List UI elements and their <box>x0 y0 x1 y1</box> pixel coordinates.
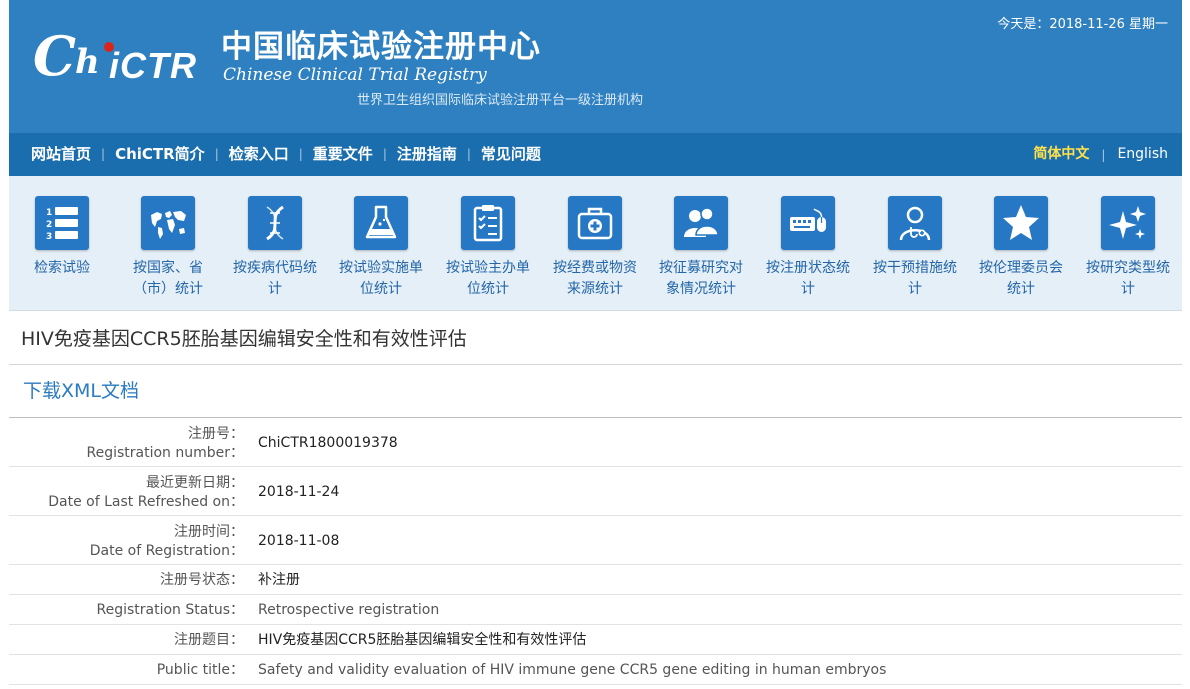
icon-label: 按经费或物资 来源统计 <box>553 260 637 297</box>
field-label: 注册号状态： <box>160 572 244 588</box>
download-xml-link[interactable]: 下载XML文档 <box>23 376 139 406</box>
lang-chinese[interactable]: 简体中文 <box>1033 133 1089 176</box>
statistics-icon-bar: 1 2 3 检索试验 按国家、省 （市）统计 按疾病代码统 计 按试验实施单 位… <box>9 176 1182 311</box>
chictr-logo[interactable]: C h iCTR <box>33 26 213 86</box>
nav-separator: | <box>298 147 303 161</box>
lang-english[interactable]: English <box>1117 133 1168 176</box>
stat-by-country[interactable]: 按国家、省 （市）统计 <box>115 176 221 311</box>
detail-row-public-title-en: Public title： Safety and validity evalua… <box>9 655 1182 685</box>
language-switch: 简体中文 | English <box>1033 133 1168 176</box>
detail-row-registration-date: 注册时间： Date of Registration： 2018-11-08 <box>9 516 1182 565</box>
stat-by-funding-source[interactable]: 按经费或物资 来源统计 <box>542 176 648 311</box>
stat-by-disease-code[interactable]: 按疾病代码统计 <box>222 176 328 311</box>
detail-row-public-title-cn: 注册题目： HIV免疫基因CCR5胚胎基因编辑安全性和有效性评估 <box>9 625 1182 655</box>
field-label: 最近更新日期： Date of Last Refreshed on： <box>48 475 244 510</box>
nav-search[interactable]: 检索入口 <box>229 133 289 176</box>
nav-separator: | <box>382 147 387 161</box>
stat-search-trials[interactable]: 1 2 3 检索试验 <box>9 176 115 311</box>
header-subtitle: 世界卫生组织国际临床试验注册平台一级注册机构 <box>357 93 644 108</box>
flask-icon <box>354 196 408 250</box>
icon-label: 按疾病代码统计 <box>233 260 317 297</box>
detail-row-status-cn: 注册号状态： 补注册 <box>9 565 1182 595</box>
status-cn-value: 补注册 <box>258 572 300 588</box>
logo-letter-h: h <box>75 42 100 82</box>
main-nav: 网站首页 | ChiCTR简介 | 检索入口 | 重要文件 | 注册指南 | 常… <box>9 133 1182 176</box>
stat-by-sponsor-site[interactable]: 按试验实施单 位统计 <box>328 176 434 311</box>
icon-label: 按国家、省 （市）统计 <box>133 260 203 297</box>
status-en-value: Retrospective registration <box>258 602 440 618</box>
svg-text:2: 2 <box>46 220 52 230</box>
last-refreshed-value: 2018-11-24 <box>258 484 340 500</box>
icon-label: 按试验主办单 位统计 <box>446 260 530 297</box>
keyboard-mouse-icon <box>781 196 835 250</box>
sparkle-icon <box>1101 196 1155 250</box>
field-label: 注册号： Registration number： <box>86 426 244 461</box>
nav-about[interactable]: ChiCTR简介 <box>115 133 205 176</box>
stat-by-registration-status[interactable]: 按注册状态统计 <box>755 176 861 311</box>
nav-documents[interactable]: 重要文件 <box>313 133 373 176</box>
nav-home[interactable]: 网站首页 <box>31 133 91 176</box>
stat-by-primary-sponsor[interactable]: 按试验主办单 位统计 <box>435 176 541 311</box>
world-map-icon <box>141 196 195 250</box>
clipboard-icon <box>461 196 515 250</box>
detail-row-registration-number: 注册号： Registration number： ChiCTR18000193… <box>9 418 1182 467</box>
nav-separator: | <box>101 147 106 161</box>
icon-label: 按注册状态统计 <box>766 260 850 297</box>
field-label: Public title： <box>156 662 244 678</box>
registration-date-value: 2018-11-08 <box>258 533 340 549</box>
star-icon <box>994 196 1048 250</box>
divider <box>9 364 1182 365</box>
nav-guide[interactable]: 注册指南 <box>397 133 457 176</box>
list-numbered-icon: 1 2 3 <box>35 196 89 250</box>
stat-by-ethics-committee[interactable]: 按伦理委员会 统计 <box>968 176 1074 311</box>
medical-kit-icon <box>568 196 622 250</box>
nav-faq[interactable]: 常见问题 <box>481 133 541 176</box>
logo-letter-c: C <box>33 24 76 88</box>
public-title-cn-value: HIV免疫基因CCR5胚胎基因编辑安全性和有效性评估 <box>258 632 587 648</box>
lang-separator: | <box>1101 147 1106 162</box>
svg-text:3: 3 <box>46 232 52 242</box>
stat-by-intervention[interactable]: 按干预措施统计 <box>862 176 968 311</box>
stat-by-recruitment[interactable]: 按征募研究对 象情况统计 <box>648 176 754 311</box>
svg-text:1: 1 <box>46 208 52 218</box>
nav-separator: | <box>214 147 219 161</box>
dna-icon <box>248 196 302 250</box>
record-title: HIV免疫基因CCR5胚胎基因编辑安全性和有效性评估 <box>21 328 467 350</box>
detail-row-last-refreshed: 最近更新日期： Date of Last Refreshed on： 2018-… <box>9 467 1182 516</box>
icon-label: 按干预措施统计 <box>873 260 957 297</box>
registration-number-value: ChiCTR1800019378 <box>258 435 398 451</box>
logo-red-dot <box>104 42 114 52</box>
nav-separator: | <box>466 147 471 161</box>
logo-chinese-name: 中国临床试验注册中心 <box>221 29 541 65</box>
icon-label: 按试验实施单 位统计 <box>339 260 423 297</box>
icon-label: 按研究类型统计 <box>1086 260 1170 297</box>
logo-english-name: Chinese Clinical Trial Registry <box>223 65 487 85</box>
icon-label: 检索试验 <box>34 260 90 276</box>
icon-label: 按征募研究对 象情况统计 <box>659 260 743 297</box>
current-date: 今天是：2018-11-26 星期一 <box>997 17 1168 32</box>
people-icon <box>674 196 728 250</box>
nav-links: 网站首页 | ChiCTR简介 | 检索入口 | 重要文件 | 注册指南 | 常… <box>31 133 541 176</box>
icon-label: 按伦理委员会 统计 <box>979 260 1063 297</box>
site-header: C h iCTR 中国临床试验注册中心 Chinese Clinical Tri… <box>9 0 1182 133</box>
doctor-icon <box>888 196 942 250</box>
stat-by-study-type[interactable]: 按研究类型统计 <box>1075 176 1181 311</box>
field-label: 注册时间： Date of Registration： <box>89 524 244 559</box>
field-label: 注册题目： <box>174 632 244 648</box>
field-label: Registration Status： <box>96 602 245 618</box>
public-title-en-value: Safety and validity evaluation of HIV im… <box>258 662 887 678</box>
detail-row-status-en: Registration Status： Retrospective regis… <box>9 595 1182 625</box>
page: C h iCTR 中国临床试验注册中心 Chinese Clinical Tri… <box>9 0 1182 689</box>
logo-letters-ictr: iCTR <box>109 45 197 86</box>
